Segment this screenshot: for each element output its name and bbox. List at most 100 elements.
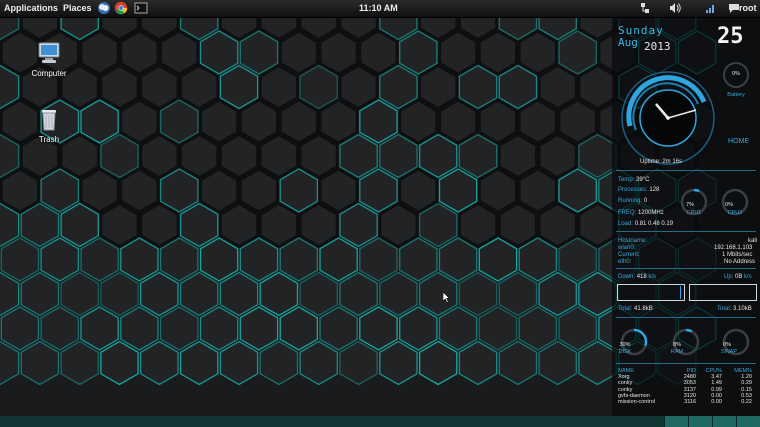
hex-tile — [339, 133, 378, 179]
computer-icon — [38, 42, 60, 63]
trash-desktop-icon[interactable]: Trash — [19, 106, 79, 144]
process-mem: 0.22 — [741, 398, 752, 405]
hex-tile — [497, 201, 538, 249]
battery-value: 0% — [732, 71, 740, 77]
hex-tile — [140, 340, 179, 386]
hex-tile — [199, 306, 239, 351]
up-unit: k/s — [744, 274, 752, 280]
hex-tile — [179, 132, 220, 180]
hex-tile — [577, 201, 618, 249]
hex-tile — [497, 132, 538, 180]
hex-tile — [457, 201, 499, 249]
hex-tile — [40, 168, 80, 213]
hex-tile — [418, 133, 458, 179]
hex-tile — [60, 340, 99, 386]
total-down-label: Total: — [618, 306, 633, 312]
hex-tile — [379, 340, 418, 386]
hex-tile — [298, 132, 339, 180]
cpu1-label: CPU1 — [686, 210, 702, 216]
hex-tile — [238, 98, 280, 145]
workspace-switcher-2[interactable] — [688, 416, 712, 427]
chrome-icon[interactable] — [114, 1, 128, 15]
hex-tile — [358, 29, 399, 76]
total-down-value: 41.8kB — [634, 306, 653, 312]
hex-tile — [99, 201, 140, 249]
workspace-switcher-4[interactable] — [736, 416, 760, 427]
hex-tile — [279, 237, 319, 282]
hex-tile — [418, 271, 458, 317]
temp-value: 39°C — [636, 177, 650, 183]
hex-tile — [279, 168, 319, 213]
hex-tile — [398, 98, 439, 145]
trash-icon — [42, 110, 56, 131]
hex-tile — [537, 132, 578, 180]
applications-menu[interactable]: Applications — [4, 3, 58, 13]
ram-label: RAM — [670, 349, 684, 355]
workspace-switcher-3[interactable] — [712, 416, 736, 427]
hex-tile — [99, 63, 140, 111]
eth-value: No Address — [724, 259, 756, 265]
mouse-cursor-icon — [443, 292, 451, 303]
hex-tile — [339, 202, 378, 248]
hex-tile — [299, 340, 338, 386]
clock[interactable]: 11:10 AM — [359, 3, 398, 13]
hex-tile — [418, 63, 459, 111]
workspace-switcher-1[interactable] — [664, 416, 688, 427]
hex-tile — [60, 202, 99, 248]
signal-icon[interactable] — [703, 1, 717, 15]
hex-tile — [258, 63, 299, 111]
hex-tile — [498, 64, 538, 110]
hex-tile — [40, 237, 80, 282]
eth-label: eth0: — [618, 259, 632, 265]
hex-tile — [219, 64, 259, 110]
download-graph — [617, 284, 685, 301]
network-icon[interactable] — [638, 1, 652, 15]
hex-tile — [458, 340, 498, 386]
hex-tile — [239, 30, 279, 75]
total-up-label: Total: — [717, 306, 732, 312]
hostname-value: kali — [748, 238, 758, 244]
user-menu[interactable]: root — [739, 3, 757, 13]
weather-icon[interactable] — [97, 1, 111, 15]
hex-tile — [318, 29, 359, 76]
down-value: 418 — [636, 274, 647, 280]
hex-tile — [299, 64, 338, 110]
hex-tile — [537, 63, 578, 111]
hex-tile — [418, 340, 458, 386]
hex-tile — [219, 340, 259, 386]
hex-tile — [578, 271, 617, 317]
hex-tile — [438, 29, 479, 76]
hex-tile — [258, 132, 299, 180]
hex-tile — [100, 133, 139, 179]
hex-tile — [259, 271, 299, 317]
load-label: Load: — [618, 221, 634, 227]
volume-icon[interactable] — [668, 1, 682, 15]
trash-label: Trash — [38, 135, 60, 144]
running-value: 0 — [643, 198, 648, 204]
terminal-icon[interactable] — [134, 1, 148, 15]
hex-tile — [279, 306, 319, 351]
up-label: Up: — [724, 274, 736, 280]
hex-tile — [517, 167, 558, 214]
hex-tile — [139, 201, 180, 249]
hex-tile — [399, 30, 438, 75]
computer-desktop-icon[interactable]: Computer — [19, 40, 79, 78]
hex-tile — [259, 340, 299, 386]
hex-tile — [538, 340, 577, 386]
places-menu[interactable]: Places — [63, 3, 92, 13]
upload-graph — [689, 284, 757, 301]
hex-tile — [518, 306, 558, 351]
computer-label: Computer — [31, 69, 67, 78]
down-label: Down: — [618, 274, 637, 280]
disk-value: 30% — [619, 342, 631, 348]
hex-tile — [100, 340, 139, 386]
hex-tile — [20, 271, 60, 317]
wlan-value: 192.168.1.103 — [714, 245, 753, 251]
hex-tile — [538, 271, 577, 317]
hex-tile — [458, 133, 498, 179]
hex-tile — [458, 64, 498, 110]
hex-tile — [80, 237, 119, 282]
hex-tile — [120, 306, 159, 351]
load-value: 0.81 0.48 0.19 — [634, 221, 674, 227]
hex-tile — [319, 306, 358, 351]
